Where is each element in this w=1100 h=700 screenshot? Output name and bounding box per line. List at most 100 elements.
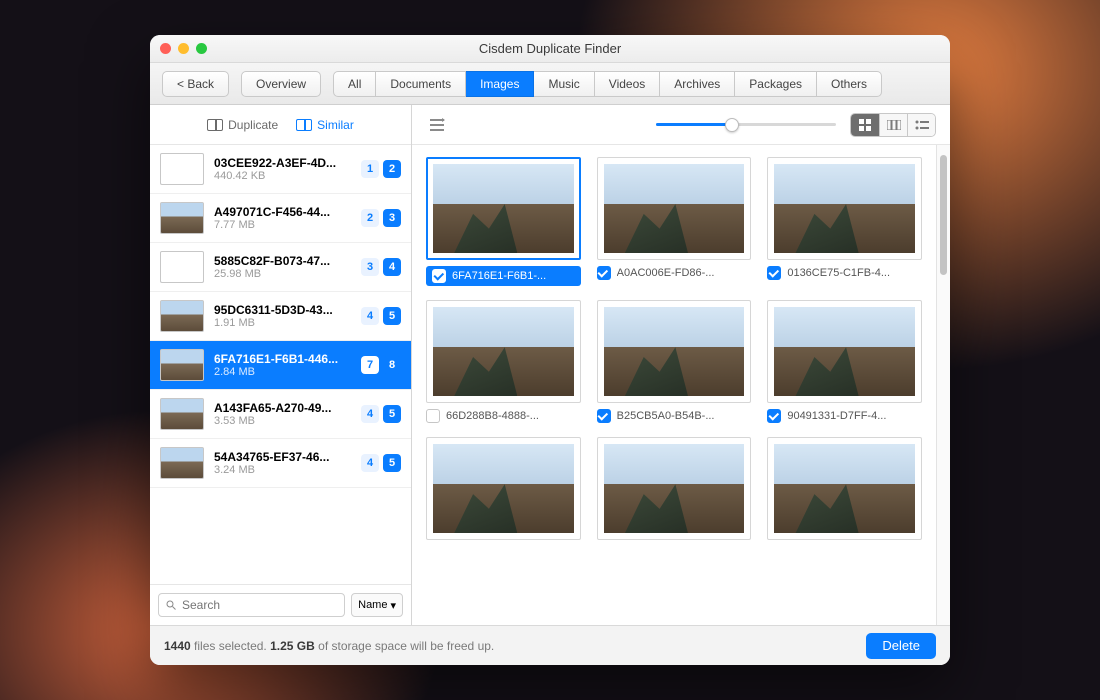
count-badge: 2 <box>383 160 401 178</box>
thumbnail <box>160 251 204 283</box>
thumbnail <box>160 202 204 234</box>
card-caption: 90491331-D7FF-4... <box>767 409 922 423</box>
view-list-button[interactable] <box>907 114 935 136</box>
checkbox[interactable] <box>767 266 781 280</box>
list-item[interactable]: 5885C82F-B073-47... 25.98 MB 3 4 <box>150 243 411 292</box>
card-filename: B25CB5A0-B54B-... <box>617 410 715 422</box>
card-image <box>426 300 581 403</box>
tab-duplicate-label: Duplicate <box>228 118 278 132</box>
item-size: 25.98 MB <box>214 268 351 280</box>
footer: 1440 files selected. 1.25 GB of storage … <box>150 625 950 665</box>
card-filename: A0AC006E-FD86-... <box>617 267 715 279</box>
duplicate-icon <box>207 119 223 131</box>
thumbnail-grid[interactable]: 6FA716E1-F6B1-... A0AC006E-FD86-... 0136… <box>412 145 936 625</box>
thumbnail-card[interactable]: B25CB5A0-B54B-... <box>597 300 752 423</box>
thumbnail <box>160 153 204 185</box>
sidebar-list[interactable]: 03CEE922-A3EF-4D... 440.42 KB 1 2 A49707… <box>150 145 411 584</box>
card-filename: 6FA716E1-F6B1-... <box>452 270 546 282</box>
checkbox[interactable] <box>426 409 440 423</box>
item-size: 2.84 MB <box>214 366 351 378</box>
thumbnail-size-slider[interactable] <box>656 123 836 126</box>
count-badge: 5 <box>383 454 401 472</box>
card-image <box>767 157 922 260</box>
category-packages[interactable]: Packages <box>735 71 817 97</box>
count-badge: 4 <box>361 307 379 325</box>
window-controls <box>160 43 207 54</box>
category-videos[interactable]: Videos <box>595 71 660 97</box>
thumbnail <box>160 349 204 381</box>
list-item[interactable]: 6FA716E1-F6B1-446... 2.84 MB 7 8 <box>150 341 411 390</box>
item-size: 440.42 KB <box>214 170 351 182</box>
item-name: A143FA65-A270-49... <box>214 401 351 415</box>
sort-dropdown[interactable]: Name ▾ <box>351 593 403 617</box>
toolbar: < Back Overview AllDocumentsImagesMusicV… <box>150 63 950 105</box>
minimize-icon[interactable] <box>178 43 189 54</box>
count-badge: 5 <box>383 307 401 325</box>
card-caption: 0136CE75-C1FB-4... <box>767 266 922 280</box>
category-others[interactable]: Others <box>817 71 882 97</box>
item-info: 6FA716E1-F6B1-446... 2.84 MB <box>214 352 351 378</box>
sort-label: Name <box>358 599 387 611</box>
tab-similar-label: Similar <box>317 118 354 132</box>
count-badge: 3 <box>383 209 401 227</box>
search-input[interactable] <box>158 593 345 617</box>
list-item[interactable]: 54A34765-EF37-46... 3.24 MB 4 5 <box>150 439 411 488</box>
freed-size: 1.25 GB <box>270 639 315 653</box>
scrollbar[interactable] <box>936 145 950 625</box>
thumbnail-card[interactable]: 66D288B8-4888-... <box>426 300 581 423</box>
card-caption: A0AC006E-FD86-... <box>597 266 752 280</box>
thumbnail-card[interactable]: A0AC006E-FD86-... <box>597 157 752 286</box>
sidebar-tabs: Duplicate Similar <box>150 105 411 145</box>
selected-count: 1440 <box>164 639 191 653</box>
tab-similar[interactable]: Similar <box>296 118 354 132</box>
list-item[interactable]: 03CEE922-A3EF-4D... 440.42 KB 1 2 <box>150 145 411 194</box>
item-name: 5885C82F-B073-47... <box>214 254 351 268</box>
card-image <box>597 300 752 403</box>
item-size: 7.77 MB <box>214 219 351 231</box>
thumbnail-card[interactable]: 0136CE75-C1FB-4... <box>767 157 922 286</box>
item-info: 95DC6311-5D3D-43... 1.91 MB <box>214 303 351 329</box>
category-archives[interactable]: Archives <box>660 71 735 97</box>
thumbnail-card[interactable] <box>767 437 922 540</box>
count-badge: 4 <box>361 405 379 423</box>
list-item[interactable]: A143FA65-A270-49... 3.53 MB 4 5 <box>150 390 411 439</box>
category-images[interactable]: Images <box>466 71 534 97</box>
item-counts: 2 3 <box>361 209 401 227</box>
checkbox[interactable] <box>597 266 611 280</box>
search-field[interactable] <box>182 598 338 612</box>
view-grid-button[interactable] <box>851 114 879 136</box>
count-badge: 4 <box>361 454 379 472</box>
scrollbar-thumb[interactable] <box>940 155 947 275</box>
category-music[interactable]: Music <box>534 71 594 97</box>
view-mode-segmented <box>850 113 936 137</box>
category-documents[interactable]: Documents <box>376 71 466 97</box>
thumbnail-card[interactable] <box>426 437 581 540</box>
overview-button[interactable]: Overview <box>241 71 321 97</box>
close-icon[interactable] <box>160 43 171 54</box>
tab-duplicate[interactable]: Duplicate <box>207 118 278 132</box>
checkbox[interactable] <box>432 269 446 283</box>
thumbnail-card[interactable]: 90491331-D7FF-4... <box>767 300 922 423</box>
item-counts: 7 8 <box>361 356 401 374</box>
thumbnail <box>160 398 204 430</box>
view-columns-button[interactable] <box>879 114 907 136</box>
card-image <box>597 437 752 540</box>
card-image <box>426 157 581 260</box>
thumbnail-card[interactable]: 6FA716E1-F6B1-... <box>426 157 581 286</box>
delete-button[interactable]: Delete <box>866 633 936 659</box>
titlebar: Cisdem Duplicate Finder <box>150 35 950 63</box>
list-item[interactable]: 95DC6311-5D3D-43... 1.91 MB 4 5 <box>150 292 411 341</box>
main-panel: 6FA716E1-F6B1-... A0AC006E-FD86-... 0136… <box>412 105 950 625</box>
zoom-icon[interactable] <box>196 43 207 54</box>
checkbox[interactable] <box>597 409 611 423</box>
category-segmented: AllDocumentsImagesMusicVideosArchivesPac… <box>333 71 882 97</box>
thumbnail-card[interactable] <box>597 437 752 540</box>
item-counts: 4 5 <box>361 405 401 423</box>
item-name: A497071C-F456-44... <box>214 205 351 219</box>
select-menu-icon[interactable] <box>426 114 448 136</box>
category-all[interactable]: All <box>333 71 376 97</box>
back-button[interactable]: < Back <box>162 71 229 97</box>
count-badge: 1 <box>361 160 379 178</box>
list-item[interactable]: A497071C-F456-44... 7.77 MB 2 3 <box>150 194 411 243</box>
checkbox[interactable] <box>767 409 781 423</box>
